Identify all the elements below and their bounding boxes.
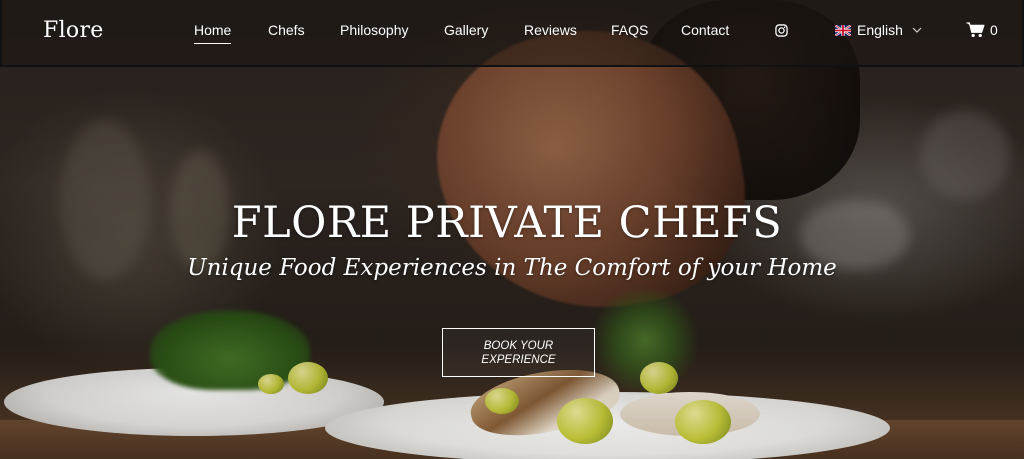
cart-button[interactable]: 0 bbox=[966, 22, 998, 38]
nav-item-contact[interactable]: Contact bbox=[681, 22, 729, 38]
nav-item-chefs[interactable]: Chefs bbox=[268, 22, 305, 38]
nav-item-home[interactable]: Home bbox=[194, 22, 232, 44]
instagram-icon[interactable] bbox=[775, 24, 788, 37]
top-navigation-bar: Flore Home Chefs Philosophy Gallery Revi… bbox=[0, 0, 1024, 67]
nav-item-reviews[interactable]: Reviews bbox=[524, 22, 577, 38]
cart-count: 0 bbox=[990, 22, 998, 38]
site-logo[interactable]: Flore bbox=[43, 18, 104, 43]
language-selector[interactable]: English bbox=[835, 22, 922, 38]
nav-item-faqs[interactable]: FAQS bbox=[611, 22, 648, 38]
nav-item-philosophy[interactable]: Philosophy bbox=[340, 22, 409, 38]
nav-item-gallery[interactable]: Gallery bbox=[444, 22, 488, 38]
chevron-down-icon bbox=[912, 27, 922, 33]
book-experience-label: BOOK YOUR EXPERIENCE bbox=[481, 339, 556, 366]
uk-flag-icon bbox=[835, 24, 851, 36]
cart-icon bbox=[966, 22, 985, 38]
language-label: English bbox=[857, 22, 903, 38]
hero-subtitle: Unique Food Experiences in The Comfort o… bbox=[187, 255, 837, 281]
book-experience-button[interactable]: BOOK YOUR EXPERIENCE bbox=[442, 328, 595, 377]
hero-title: FLORE PRIVATE CHEFS bbox=[231, 198, 783, 248]
